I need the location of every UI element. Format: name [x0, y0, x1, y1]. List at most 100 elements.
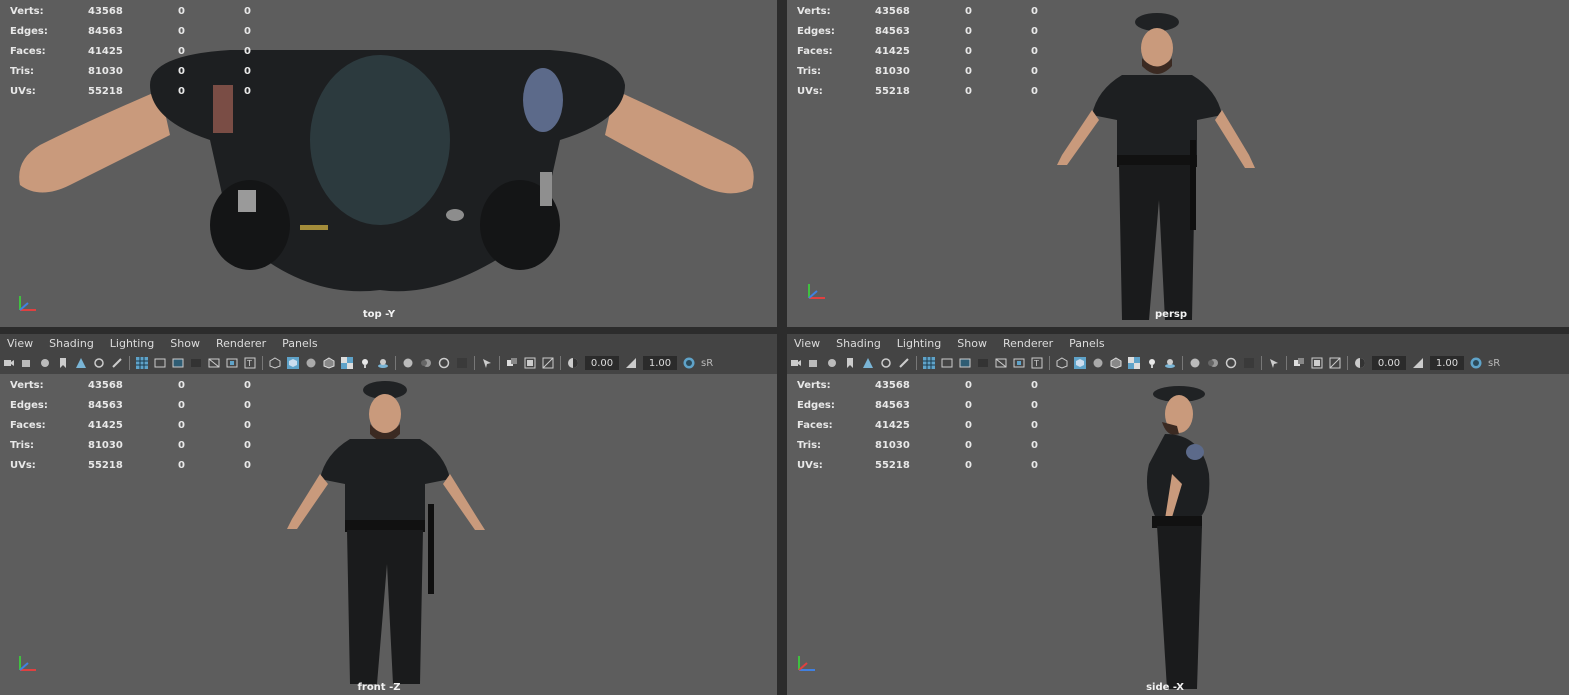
exposure-icon[interactable] [1354, 357, 1366, 369]
light-icon[interactable] [359, 357, 371, 369]
exposure-field[interactable]: 0.00 [1372, 356, 1406, 370]
ambient-occlusion-icon[interactable] [402, 357, 414, 369]
hud-row-uvs: UVs: 55218 0 0 [797, 82, 1071, 102]
resolution-gate-icon[interactable] [959, 357, 971, 369]
color-management-icon[interactable] [1470, 357, 1482, 369]
film-gate-icon[interactable] [941, 357, 953, 369]
viewport-persp[interactable]: Verts: 43568 0 0 Edges: 84563 0 0 Faces: 41425 0… [787, 0, 1569, 327]
texture-icon[interactable] [1128, 357, 1140, 369]
gamma-field[interactable]: 1.00 [643, 356, 677, 370]
default-material-icon[interactable] [305, 357, 317, 369]
default-material-icon[interactable] [1092, 357, 1104, 369]
safe-title-icon[interactable]: T [1031, 357, 1043, 369]
camera-lock-icon[interactable] [808, 357, 820, 369]
wireframe-icon[interactable] [269, 357, 281, 369]
light-icon[interactable] [1146, 357, 1158, 369]
menu-view[interactable]: View [794, 337, 820, 350]
color-space-label[interactable]: sR [701, 358, 713, 369]
two-d-pan-icon[interactable] [93, 357, 105, 369]
xray-active-icon[interactable] [1329, 357, 1341, 369]
bookmark-icon[interactable] [57, 357, 69, 369]
grid-icon[interactable] [136, 357, 148, 369]
menu-lighting[interactable]: Lighting [897, 337, 941, 350]
hud-value-selected: 0 [178, 46, 185, 57]
viewport-side[interactable]: Verts: 43568 0 0 Edges: 84563 0 0 Faces: 41425 0… [787, 374, 1569, 695]
menu-renderer[interactable]: Renderer [216, 337, 266, 350]
grid-icon[interactable] [923, 357, 935, 369]
exposure-field[interactable]: 0.00 [585, 356, 619, 370]
gamma-icon[interactable] [625, 357, 637, 369]
wireframe-on-shaded-icon[interactable] [1110, 357, 1122, 369]
viewport-top[interactable]: Verts: 43568 0 0 Edges: 84563 0 0 Faces: 41425 0… [0, 0, 777, 327]
texture-icon[interactable] [341, 357, 353, 369]
resolution-gate-icon[interactable] [172, 357, 184, 369]
xray-icon[interactable] [506, 357, 518, 369]
camera-icon[interactable] [3, 357, 15, 369]
smooth-shade-icon[interactable] [287, 357, 299, 369]
hud-row-uvs: UVs: 55218 0 0 [797, 456, 1071, 476]
menu-lighting[interactable]: Lighting [110, 337, 154, 350]
smooth-shade-icon[interactable] [1074, 357, 1086, 369]
hud-value: 43568 [88, 6, 123, 17]
shadow-icon[interactable] [1164, 357, 1176, 369]
hud-row-tris: Tris: 81030 0 0 [797, 436, 1071, 456]
wireframe-icon[interactable] [1056, 357, 1068, 369]
gamma-field[interactable]: 1.00 [1430, 356, 1464, 370]
bookmark-icon[interactable] [844, 357, 856, 369]
hud-value: 81030 [88, 66, 123, 77]
image-plane-icon[interactable] [862, 357, 874, 369]
depth-of-field-icon[interactable] [1243, 357, 1255, 369]
wireframe-on-shaded-icon[interactable] [323, 357, 335, 369]
motion-blur-icon[interactable] [1207, 357, 1219, 369]
color-management-icon[interactable] [683, 357, 695, 369]
camera-attrs-icon[interactable] [826, 357, 838, 369]
anti-alias-icon[interactable] [438, 357, 450, 369]
hud-value-triangles: 0 [244, 400, 251, 411]
gamma-icon[interactable] [1412, 357, 1424, 369]
isolate-icon[interactable] [481, 357, 493, 369]
grease-pencil-icon[interactable] [898, 357, 910, 369]
safe-action-icon[interactable] [226, 357, 238, 369]
film-gate-icon[interactable] [154, 357, 166, 369]
two-d-pan-icon[interactable] [880, 357, 892, 369]
xray-joints-icon[interactable] [524, 357, 536, 369]
motion-blur-icon[interactable] [420, 357, 432, 369]
horizontal-divider[interactable] [0, 327, 1569, 334]
xray-active-icon[interactable] [542, 357, 554, 369]
vertical-divider[interactable] [777, 0, 787, 695]
menu-shading[interactable]: Shading [49, 337, 94, 350]
gate-mask-icon[interactable] [190, 357, 202, 369]
hud-value-triangles: 0 [1031, 86, 1038, 97]
hud-label: Edges: [797, 26, 835, 37]
isolate-icon[interactable] [1268, 357, 1280, 369]
xray-joints-icon[interactable] [1311, 357, 1323, 369]
ambient-occlusion-icon[interactable] [1189, 357, 1201, 369]
camera-icon[interactable] [790, 357, 802, 369]
hud-value-selected: 0 [965, 440, 972, 451]
menu-panels[interactable]: Panels [282, 337, 317, 350]
field-chart-icon[interactable] [208, 357, 220, 369]
hud-value-selected: 0 [178, 400, 185, 411]
grease-pencil-icon[interactable] [111, 357, 123, 369]
field-chart-icon[interactable] [995, 357, 1007, 369]
depth-of-field-icon[interactable] [456, 357, 468, 369]
anti-alias-icon[interactable] [1225, 357, 1237, 369]
safe-action-icon[interactable] [1013, 357, 1025, 369]
menu-show[interactable]: Show [957, 337, 987, 350]
menu-panels[interactable]: Panels [1069, 337, 1104, 350]
shadow-icon[interactable] [377, 357, 389, 369]
hud-value-selected: 0 [965, 380, 972, 391]
menu-show[interactable]: Show [170, 337, 200, 350]
viewport-front[interactable]: Verts: 43568 0 0 Edges: 84563 0 0 Faces: 41425 0… [0, 374, 777, 695]
camera-lock-icon[interactable] [21, 357, 33, 369]
menu-view[interactable]: View [7, 337, 33, 350]
camera-attrs-icon[interactable] [39, 357, 51, 369]
image-plane-icon[interactable] [75, 357, 87, 369]
xray-icon[interactable] [1293, 357, 1305, 369]
color-space-label[interactable]: sR [1488, 358, 1500, 369]
safe-title-icon[interactable]: T [244, 357, 256, 369]
menu-shading[interactable]: Shading [836, 337, 881, 350]
menu-renderer[interactable]: Renderer [1003, 337, 1053, 350]
gate-mask-icon[interactable] [977, 357, 989, 369]
exposure-icon[interactable] [567, 357, 579, 369]
